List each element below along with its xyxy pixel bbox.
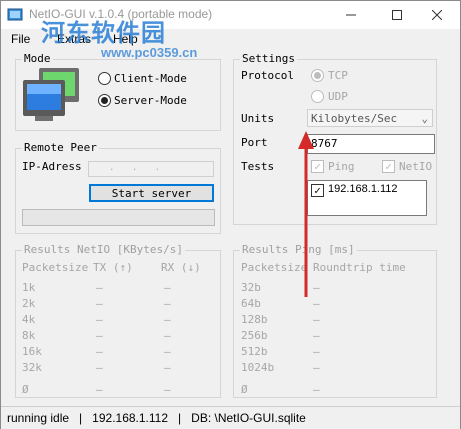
units-value: Kilobytes/Sec [311,112,398,125]
ping-col-roundtrip: Roundtrip time [313,261,406,274]
netio-col-tx: TX (↑) [93,261,133,274]
progress-bar [22,209,215,226]
remote-peer-group: Remote Peer IP-Adress . . . Start server [15,141,221,234]
status-ip: 192.168.1.112 [92,411,169,425]
netio-cell-size: Ø [22,383,29,396]
netio-label[interactable]: NetIO [399,160,432,173]
status-bar: running idle | 192.168.1.112 | DB: \NetI… [1,406,460,429]
monitors-icon [23,68,79,121]
mode-group: Mode Client-Mode Server-Mode [15,52,221,131]
client-mode-label[interactable]: Client-Mode [114,72,187,85]
port-input[interactable]: 8767 [307,134,435,154]
app-window: NetIO-GUI v.1.0.4 (portable mode) File E… [0,0,461,429]
netio-cell-rx: – [164,361,171,374]
netio-cell-size: 8k [22,329,36,342]
server-mode-label[interactable]: Server-Mode [114,94,187,107]
ping-cell-size: 256b [241,329,268,342]
netio-cell-tx: – [96,281,103,294]
close-icon [432,10,442,20]
status-separator: | [168,411,192,425]
netio-cell-rx: – [164,383,171,396]
client-mode-radio[interactable] [98,72,111,85]
netio-cell-tx: – [96,361,103,374]
annotation-arrow-icon [298,131,314,297]
chevron-down-icon: ⌄ [421,112,428,125]
netio-cell-rx: – [164,329,171,342]
ping-cell-size: 64b [241,297,261,310]
protocol-label: Protocol [241,69,294,82]
netio-cell-size: 32k [22,361,42,374]
ping-cell-rt: – [313,313,320,326]
ping-label[interactable]: Ping [328,160,355,173]
netio-cell-size: 16k [22,345,42,358]
netio-checkbox[interactable]: ✓ [382,160,395,173]
netio-col-packetsize: Packetsize [22,261,89,274]
results-ping-group: Results Ping [ms] Packetsize Roundtrip t… [233,243,437,398]
ping-cell-rt: – [313,361,320,374]
ip-address-label: IP-Adress [22,160,82,173]
ping-cell-size: 32b [241,281,261,294]
tcp-radio[interactable] [311,69,324,82]
port-label: Port [241,136,268,149]
settings-label: Settings [240,52,297,65]
netio-cell-rx: – [164,281,171,294]
maximize-icon [392,10,402,20]
settings-group: Settings Protocol TCP UDP Units Kilobyte… [233,52,437,225]
watermark-url: www.pc0359.cn [101,45,198,60]
hosts-list[interactable]: ✓ 192.168.1.112 [307,180,427,216]
ping-cell-rt: – [313,383,320,396]
host-item[interactable]: 192.168.1.112 [328,183,398,195]
minimize-icon [346,14,356,16]
results-netio-label: Results NetIO [KBytes/s] [22,243,185,256]
units-label: Units [241,112,275,125]
minimize-button[interactable] [328,1,374,29]
menu-file[interactable]: File [11,32,30,46]
netio-cell-tx: – [96,345,103,358]
netio-cell-tx: – [96,329,103,342]
ping-cell-size: 512b [241,345,268,358]
ping-cell-size: Ø [241,383,248,396]
netio-col-rx: RX (↓) [161,261,201,274]
netio-cell-tx: – [96,313,103,326]
netio-cell-tx: – [96,383,103,396]
netio-cell-rx: – [164,297,171,310]
mode-group-label: Mode [22,52,53,65]
ip-address-input[interactable]: . . . [88,161,214,177]
ping-cell-rt: – [313,329,320,342]
results-netio-group: Results NetIO [KBytes/s] Packetsize TX (… [15,243,221,398]
ping-cell-size: 1024b [241,361,275,374]
status-db: DB: \NetIO-GUI.sqlite [191,411,306,425]
tests-label: Tests [241,160,275,173]
start-server-button[interactable]: Start server [89,184,214,202]
units-select[interactable]: Kilobytes/Sec ⌄ [307,109,433,127]
udp-radio[interactable] [311,90,324,103]
netio-cell-rx: – [164,345,171,358]
status-separator: | [69,411,93,425]
ping-cell-size: 128b [241,313,268,326]
netio-cell-rx: – [164,313,171,326]
udp-label[interactable]: UDP [328,90,348,103]
app-icon [7,8,23,21]
netio-cell-tx: – [96,297,103,310]
netio-cell-size: 2k [22,297,36,310]
status-state: running idle [7,411,70,425]
watermark-text: 河东软件园 [41,19,166,47]
server-mode-radio[interactable] [98,94,111,107]
tcp-label[interactable]: TCP [328,69,348,82]
remote-peer-label: Remote Peer [22,141,99,154]
close-button[interactable] [414,1,460,29]
netio-cell-size: 4k [22,313,36,326]
netio-cell-size: 1k [22,281,36,294]
ping-cell-rt: – [313,345,320,358]
